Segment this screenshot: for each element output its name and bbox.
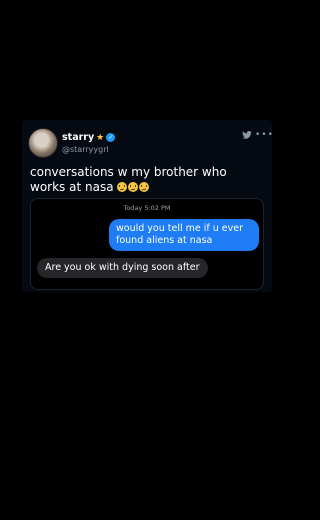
confused-face-emoji-icon [128, 182, 139, 192]
user-handle[interactable]: @starryygrl [62, 145, 109, 154]
display-name-row[interactable]: starry ★ ✓ [62, 132, 116, 143]
verified-badge-icon: ✓ [106, 133, 116, 142]
confused-face-emoji-icon [139, 182, 150, 192]
imessage-screenshot: Today 5:02 PM would you tell me if u eve… [30, 198, 264, 290]
avatar[interactable] [28, 128, 58, 158]
outgoing-message-bubble: would you tell me if u ever found aliens… [109, 219, 259, 251]
more-options-icon[interactable]: ••• [255, 130, 274, 140]
twitter-bird-icon [242, 131, 252, 139]
display-name[interactable]: starry [62, 132, 94, 143]
tweet-card: starry ★ ✓ @starryygrl ••• conversations… [22, 120, 274, 292]
tweet-text: conversations w my brother who works at … [30, 165, 260, 195]
confused-face-emoji-icon [117, 182, 128, 192]
incoming-message-bubble: Are you ok with dying soon after [37, 258, 208, 278]
message-timestamp: Today 5:02 PM [123, 204, 171, 212]
star-icon: ★ [96, 132, 105, 143]
